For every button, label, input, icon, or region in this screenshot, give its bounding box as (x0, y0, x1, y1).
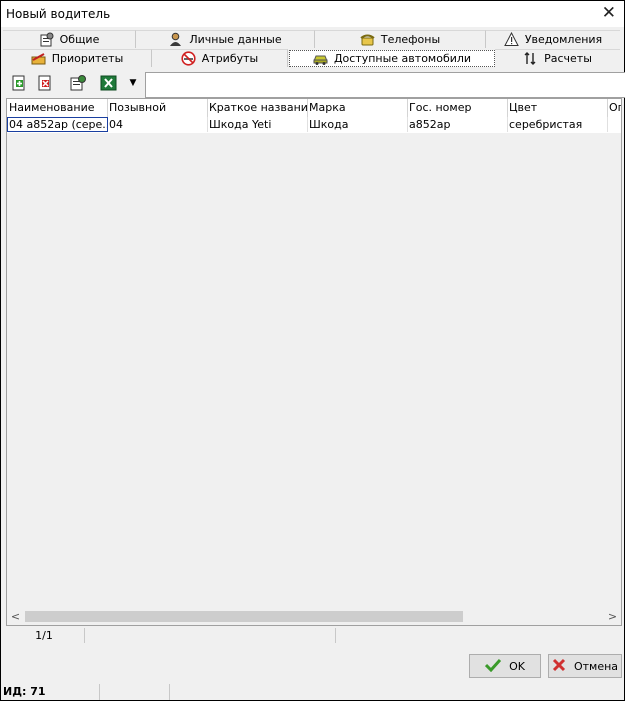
tab-notifications[interactable]: Уведомления (486, 30, 620, 48)
tab-label: Телефоны (380, 33, 441, 46)
sort-arrows-icon (523, 51, 538, 66)
column-header[interactable]: Ог (607, 99, 621, 117)
tab-calculations[interactable]: Расчеты (495, 49, 620, 67)
tab-label: Приоритеты (51, 52, 124, 65)
table-cell[interactable]: Шкода (307, 117, 408, 132)
table-cell[interactable]: серебристая (507, 117, 608, 132)
horizontal-scrollbar[interactable]: < > (7, 608, 621, 625)
settings-doc-icon (39, 32, 54, 47)
tab-row-2: Приоритеты Атрибуты Доступные автомобили… (3, 49, 620, 68)
tab-phones[interactable]: Телефоны (315, 30, 486, 48)
table-row[interactable]: 04 a852ар (сере... 04 Шкода Yeti Шкода а… (7, 117, 621, 133)
id-label: ИД: 71 (3, 684, 100, 700)
tab-general[interactable]: Общие (3, 30, 136, 48)
tab-label: Личные данные (189, 33, 282, 46)
person-icon (168, 32, 183, 47)
excel-icon[interactable] (100, 74, 118, 92)
status-bar: 1/1 (4, 626, 621, 645)
toolbar: ▼ (4, 71, 625, 98)
priority-icon (31, 51, 46, 66)
scroll-thumb[interactable] (25, 611, 463, 622)
column-header[interactable]: Позывной (107, 99, 208, 117)
footer-bar: ИД: 71 (1, 684, 624, 700)
table-cell[interactable] (607, 117, 621, 132)
column-header[interactable]: Наименование (7, 99, 108, 117)
search-input[interactable] (145, 72, 625, 98)
tab-label: Доступные автомобили (333, 52, 472, 65)
column-header[interactable]: Цвет (507, 99, 608, 117)
cars-table: Наименование Позывной Краткое название М… (6, 98, 622, 626)
tab-label: Расчеты (544, 52, 592, 65)
tab-priorities[interactable]: Приоритеты (3, 49, 152, 67)
table-cell[interactable]: а852ар (407, 117, 508, 132)
table-cell[interactable]: 04 a852ар (сере... (7, 117, 108, 132)
status-cell (85, 628, 336, 643)
table-cell[interactable]: 04 (107, 117, 208, 132)
column-header[interactable]: Гос. номер (407, 99, 508, 117)
column-header[interactable]: Марка (307, 99, 408, 117)
warning-icon (504, 31, 519, 47)
cross-icon (552, 658, 566, 675)
tab-label: Уведомления (524, 33, 603, 46)
scroll-right-icon[interactable]: > (604, 608, 621, 625)
dialog-window: Новый водитель ✕ Общие Личные данные Тел… (0, 0, 625, 701)
title-bar: Новый водитель ✕ (1, 1, 624, 27)
tab-row-1: Общие Личные данные Телефоны Уведомления (3, 30, 620, 49)
cancel-label: Отмена (573, 659, 619, 673)
export-dropdown-icon[interactable]: ▼ (127, 74, 139, 92)
tab-label: Общие (59, 33, 100, 46)
table-header: Наименование Позывной Краткое название М… (7, 99, 621, 117)
tab-label: Атрибуты (201, 52, 259, 65)
properties-icon[interactable] (69, 74, 87, 92)
phone-icon (360, 32, 375, 47)
table-cell[interactable]: Шкода Yeti (207, 117, 308, 132)
tab-personal-data[interactable]: Личные данные (136, 30, 315, 48)
add-icon[interactable] (10, 74, 28, 92)
close-icon[interactable]: ✕ (602, 3, 616, 23)
footer-cell (101, 684, 170, 700)
tab-available-cars[interactable]: Доступные автомобили (289, 50, 495, 67)
scroll-left-icon[interactable]: < (7, 608, 24, 625)
page-counter: 1/1 (4, 628, 85, 643)
ok-label: OK (509, 659, 525, 673)
no-smoking-icon (181, 51, 196, 66)
column-header[interactable]: Краткое название (207, 99, 308, 117)
delete-icon[interactable] (36, 74, 54, 92)
ok-button[interactable]: OK (469, 654, 541, 678)
window-title: Новый водитель (6, 7, 111, 21)
cancel-button[interactable]: Отмена (548, 654, 622, 678)
car-icon (313, 51, 328, 66)
check-icon (485, 658, 502, 675)
tab-attributes[interactable]: Атрибуты (152, 49, 288, 67)
